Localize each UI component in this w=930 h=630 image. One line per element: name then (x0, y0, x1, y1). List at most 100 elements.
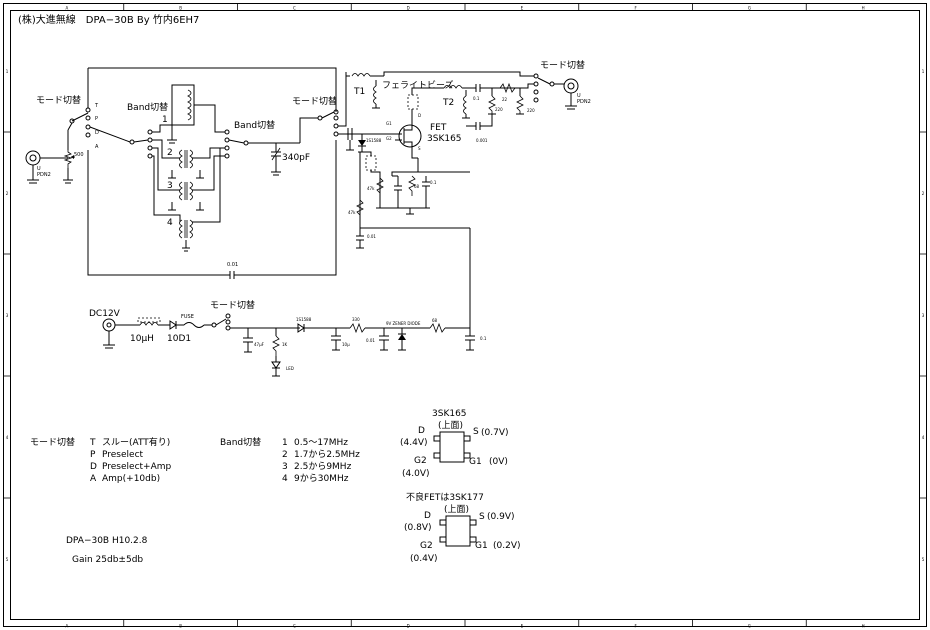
legend-text: Preselect (102, 450, 144, 460)
gain-note: Gain 25db±5db (72, 555, 143, 565)
svg-text:22: 22 (502, 97, 508, 102)
svg-text:G2: G2 (386, 136, 392, 141)
fet-3sk165: G1 G2 FET 3SK165 D S (386, 109, 462, 159)
ferrite-bead-drain (407, 94, 419, 110)
sheet-title: (株)大進無線 DPA−30B By 竹内6EH7 (18, 13, 199, 26)
svg-text:47k: 47k (367, 186, 375, 191)
diode-1s1588: 1S1588 (296, 317, 350, 333)
svg-text:0.01: 0.01 (367, 234, 376, 239)
zener-9v: 9V ZENER DIODE (386, 321, 421, 351)
svg-text:47k: 47k (348, 210, 356, 215)
svg-text:10μ: 10μ (342, 342, 350, 347)
band-switch-in (129, 129, 153, 159)
coil-band-3: 3 (152, 147, 225, 211)
mode-switch-label-3: モード切替 (540, 59, 585, 71)
grid-col-label: G (748, 624, 751, 629)
coil-band-4: 4 (152, 148, 221, 252)
svg-text:不良FETは3SK177: 不良FETは3SK177 (406, 491, 484, 503)
ferrite-bead-gate (365, 155, 377, 171)
svg-text:T: T (94, 103, 99, 109)
svg-text:3SK165: 3SK165 (432, 409, 467, 419)
svg-text:S: S (473, 427, 479, 437)
grid-row-label: 2 (6, 191, 9, 196)
svg-text:D: D (95, 130, 99, 136)
svg-text:G1: G1 (386, 121, 392, 126)
legend-text: スルー(ATT有り) (102, 436, 170, 448)
svg-text:S: S (479, 512, 485, 522)
svg-text:D: D (418, 113, 421, 118)
diode-10d1: 10D1 (167, 320, 191, 344)
legend-key: 1 (282, 438, 288, 448)
mode-switch-label-2: モード切替 (292, 95, 337, 107)
output-connector: U PDN2 (563, 78, 591, 110)
model-note: DPA−30B H10.2.8 (66, 536, 148, 546)
svg-text:(0.7V): (0.7V) (481, 428, 509, 438)
svg-text:68: 68 (414, 184, 420, 189)
pinout-3sk177: 不良FETは3SK177 (上面) D (0.8V) S (0.9V) G2 (… (404, 491, 521, 564)
grid-col-label: A (66, 6, 69, 11)
svg-text:G1: G1 (469, 457, 482, 467)
legend-text: 2.5から9MHz (294, 461, 352, 472)
grid-col-label: E (521, 6, 524, 11)
resistor-68: 68 (429, 318, 470, 334)
svg-text:(4.4V): (4.4V) (400, 438, 428, 448)
svg-text:340pF: 340pF (282, 153, 310, 163)
grid-row-label: 3 (922, 313, 925, 318)
mode-switch-label-1: モード切替 (36, 94, 81, 106)
resistor-1k-led: 1K LED (271, 328, 294, 377)
svg-text:1S1588: 1S1588 (366, 138, 382, 143)
svg-text:0.01: 0.01 (366, 338, 375, 343)
svg-text:500: 500 (74, 152, 84, 158)
svg-text:FUSE: FUSE (181, 314, 194, 320)
band-switch-label-2: Band切替 (234, 119, 275, 131)
grid-row-label: 3 (6, 313, 9, 318)
coil-band-1: 1 (152, 84, 225, 144)
band-switch-out (224, 129, 249, 159)
svg-text:PDN2: PDN2 (37, 172, 51, 178)
legend-key: P (90, 450, 96, 460)
legend-text: Preselect+Amp (102, 462, 172, 472)
svg-text:10D1: 10D1 (167, 334, 191, 344)
mode-switch-1: T P D A (67, 68, 131, 150)
legend-text: 0.5〜17MHz (294, 438, 348, 448)
grid-col-label: A (66, 624, 69, 629)
output-pi-network: 0.1 22 220 220 0.001 (466, 82, 535, 143)
mode-legend: モード切替 T スルー(ATT有り) P Preselect D Preselect+Am… (30, 436, 172, 484)
input-connector: U PDN2 (25, 150, 51, 184)
svg-text:(4.0V): (4.0V) (402, 469, 430, 479)
grid-row-labels: 1 12 23 34 45 5 (6, 69, 925, 562)
supply-rail: 0.1 (430, 171, 487, 351)
choke-10uh: 10μH (130, 317, 170, 344)
fuse: FUSE (181, 314, 212, 328)
legend-text: Amp(+10db) (102, 474, 160, 484)
svg-text:FET: FET (430, 123, 447, 133)
schematic-sheet: AABBCCDDEEFFGGHH 1 12 23 34 45 5 (株)大進無線 DPA−… (3, 3, 927, 629)
band-switch-label-1: Band切替 (127, 101, 168, 113)
svg-text:(0.4V): (0.4V) (410, 554, 438, 564)
svg-text:D: D (418, 426, 425, 436)
svg-text:47μF: 47μF (254, 342, 265, 347)
grid-row-label: 5 (6, 557, 9, 562)
mode-switch-4 (211, 313, 300, 331)
grid-col-label: H (862, 6, 865, 11)
svg-text:220: 220 (495, 107, 503, 112)
svg-text:(0.2V): (0.2V) (493, 541, 521, 551)
svg-text:1S1588: 1S1588 (296, 317, 312, 322)
grid-col-label: B (179, 624, 182, 629)
svg-text:(0.9V): (0.9V) (487, 512, 515, 522)
grid-col-label: C (293, 624, 296, 629)
grid-col-label: B (179, 6, 182, 11)
cap-0.01-supply: 0.01 (366, 328, 389, 351)
svg-text:(0V): (0V) (489, 457, 508, 467)
svg-text:0.1: 0.1 (480, 336, 487, 341)
svg-text:10μH: 10μH (130, 334, 154, 344)
svg-text:PDN2: PDN2 (577, 99, 591, 105)
legend-key: A (90, 474, 97, 484)
transformer-t1: T1 (351, 73, 384, 109)
grid-row-label: 5 (922, 557, 925, 562)
band-legend: Band切替 1 0.5〜17MHz 2 1.7から2.5MHz 3 2.5から9MHz 4… (220, 436, 360, 484)
legend-key: D (90, 462, 97, 472)
svg-text:0.1: 0.1 (473, 96, 480, 101)
grid-row-label: 1 (922, 69, 925, 74)
svg-text:9V ZENER DIODE: 9V ZENER DIODE (386, 321, 421, 326)
